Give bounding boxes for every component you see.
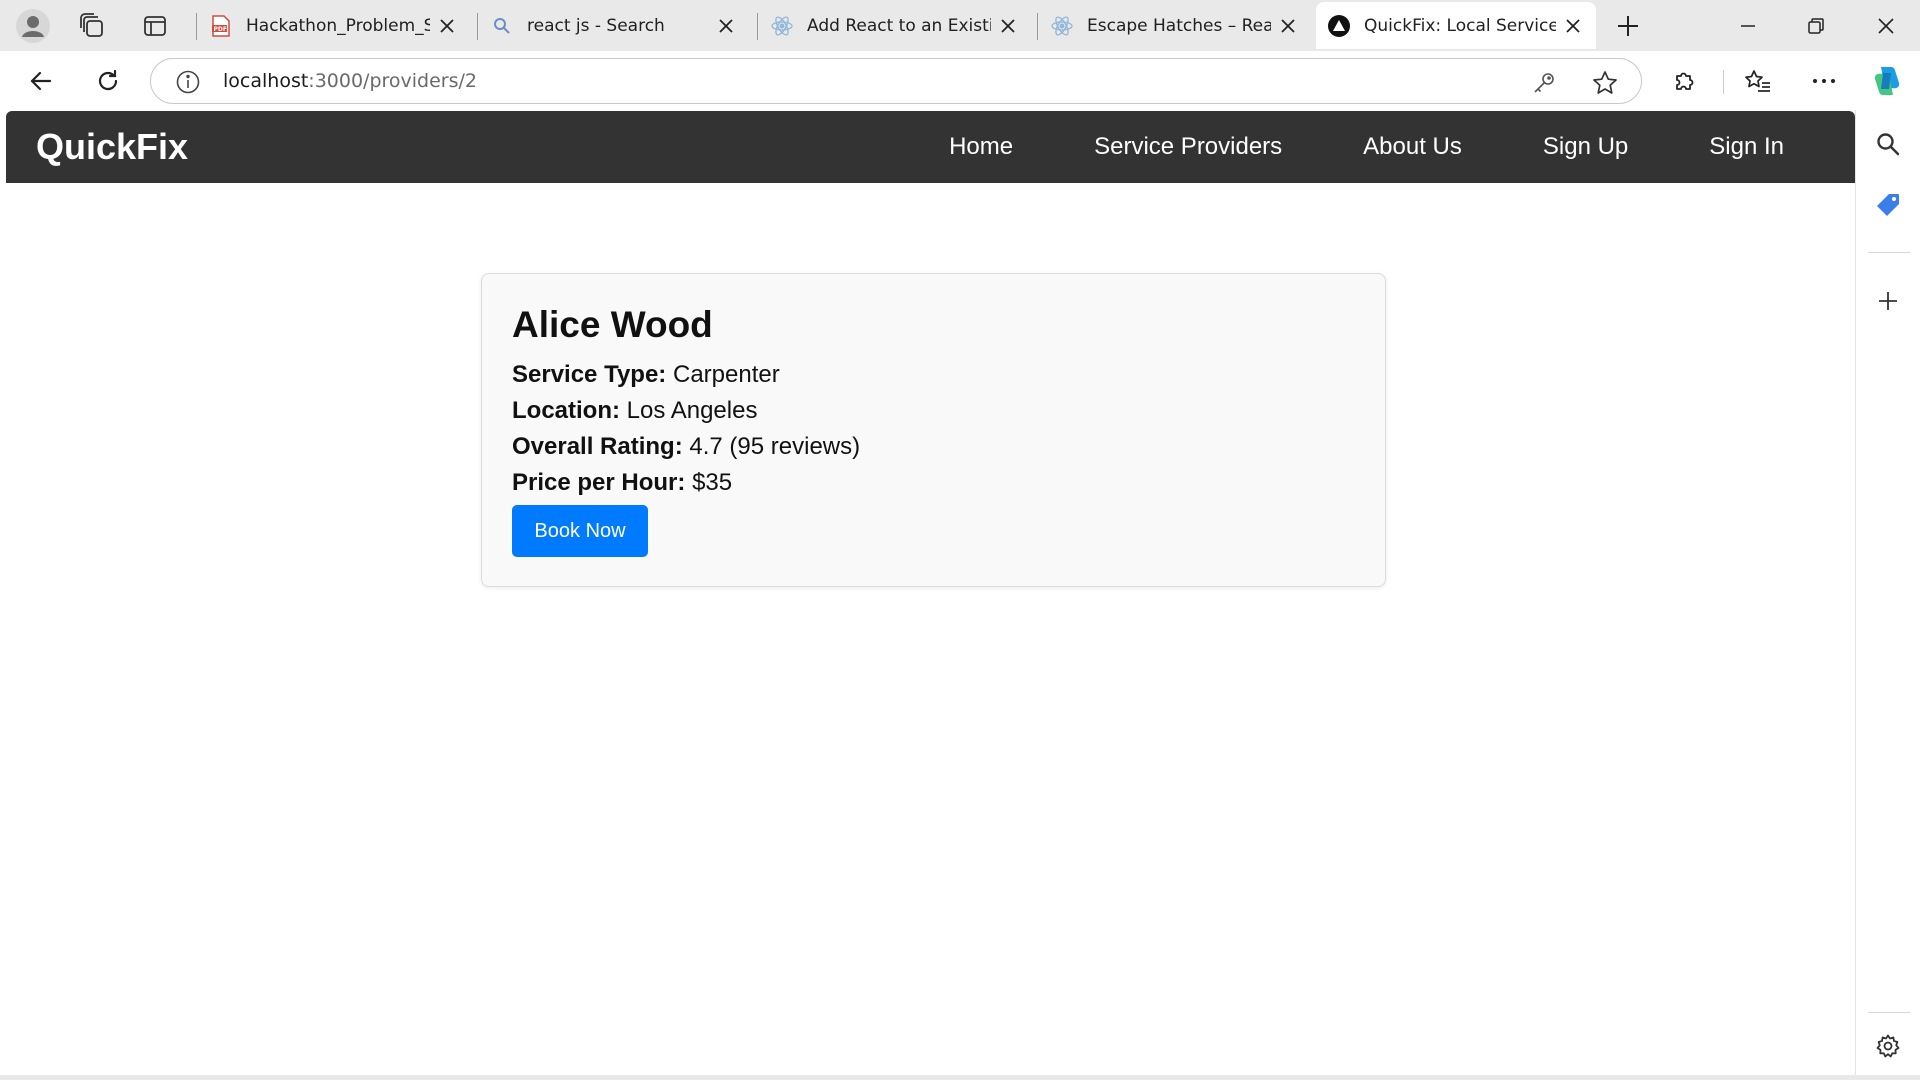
browser-tab-active[interactable]: QuickFix: Local Service P <box>1316 2 1596 49</box>
workspaces-icon[interactable] <box>72 6 112 46</box>
tab-title: react js - Search <box>527 15 665 36</box>
browser-sidebar <box>1855 110 1920 1080</box>
copilot-icon[interactable] <box>1866 60 1908 102</box>
url-host: localhost <box>223 70 309 92</box>
service-type-label: Service Type: <box>512 361 667 388</box>
react-icon <box>1051 15 1073 37</box>
site-navbar: QuickFix Home Service Providers About Us… <box>6 111 1855 183</box>
url-text[interactable]: localhost:3000/providers/2 <box>223 70 477 92</box>
close-tab-icon[interactable] <box>1562 15 1584 37</box>
service-type-row: Service Type: Carpenter <box>512 357 1355 393</box>
minimize-icon[interactable] <box>1714 0 1782 51</box>
search-icon <box>491 15 513 37</box>
app-logo-icon <box>1328 14 1350 37</box>
password-key-icon[interactable] <box>1531 70 1557 96</box>
page-viewport: QuickFix Home Service Providers About Us… <box>6 110 1855 1075</box>
price-label: Price per Hour: <box>512 469 686 496</box>
provider-name: Alice Wood <box>512 304 713 345</box>
nav-link-about-us[interactable]: About Us <box>1363 133 1462 161</box>
location-label: Location: <box>512 397 620 424</box>
add-sidebar-app-icon[interactable] <box>1866 279 1910 323</box>
tab-title: QuickFix: Local Service P <box>1364 15 1556 36</box>
restore-icon[interactable] <box>1782 0 1850 51</box>
more-menu-icon[interactable] <box>1803 60 1845 102</box>
rating-value: 4.7 (95 reviews) <box>689 433 861 460</box>
pdf-icon: PDF <box>210 14 232 37</box>
search-icon[interactable] <box>1866 122 1910 166</box>
price-value: $35 <box>692 469 733 496</box>
rating-label: Overall Rating: <box>512 433 683 460</box>
browser-tab[interactable]: Add React to an Existing <box>759 2 1031 49</box>
favorites-list-icon[interactable] <box>1737 60 1779 102</box>
tab-title: Escape Hatches – React <box>1087 15 1271 36</box>
site-info-icon[interactable] <box>175 69 201 95</box>
close-tab-icon[interactable] <box>715 15 737 37</box>
close-tab-icon[interactable] <box>1277 15 1299 37</box>
shopping-tag-icon[interactable] <box>1866 183 1910 227</box>
new-tab-icon[interactable] <box>1608 6 1648 46</box>
rating-row: Overall Rating: 4.7 (95 reviews) <box>512 429 1355 465</box>
react-icon <box>771 15 793 37</box>
back-icon[interactable] <box>20 60 62 102</box>
location-row: Location: Los Angeles <box>512 393 1355 429</box>
favorite-star-icon[interactable] <box>1591 69 1619 97</box>
book-now-button[interactable]: Book Now <box>512 505 648 557</box>
nav-links: Home Service Providers About Us Sign Up … <box>949 111 1784 183</box>
nav-link-service-providers[interactable]: Service Providers <box>1094 133 1282 161</box>
nav-link-sign-in[interactable]: Sign In <box>1709 133 1784 161</box>
close-tab-icon[interactable] <box>436 15 458 37</box>
browser-tab[interactable]: Escape Hatches – React <box>1039 2 1311 49</box>
price-row: Price per Hour: $35 <box>512 465 1355 501</box>
extensions-icon[interactable] <box>1664 60 1706 102</box>
browser-tab-strip: PDF Hackathon_Problem_Sta react js - Sea… <box>0 0 1920 51</box>
reload-icon[interactable] <box>87 60 129 102</box>
browser-tab[interactable]: react js - Search <box>479 2 749 49</box>
service-type-value: Carpenter <box>672 361 780 388</box>
url-path: :3000/providers/2 <box>308 70 478 92</box>
window-bottom-edge <box>0 1075 1920 1080</box>
location-value: Los Angeles <box>626 397 758 424</box>
provider-card: Alice Wood Service Type: Carpenter Locat… <box>481 273 1386 587</box>
tab-title: Hackathon_Problem_Sta <box>246 15 430 36</box>
tab-title: Add React to an Existing <box>807 15 991 36</box>
site-brand-logo[interactable]: QuickFix <box>36 126 188 168</box>
browser-tab[interactable]: PDF Hackathon_Problem_Sta <box>198 2 470 49</box>
close-tab-icon[interactable] <box>997 15 1019 37</box>
settings-gear-icon[interactable] <box>1866 1024 1910 1068</box>
close-window-icon[interactable] <box>1852 0 1920 51</box>
tab-actions-icon[interactable] <box>135 6 175 46</box>
browser-toolbar: localhost:3000/providers/2 <box>0 51 1920 110</box>
address-bar[interactable]: localhost:3000/providers/2 <box>150 58 1642 104</box>
profile-icon[interactable] <box>13 6 53 46</box>
svg-text:PDF: PDF <box>214 25 227 32</box>
nav-link-home[interactable]: Home <box>949 133 1013 161</box>
nav-link-sign-up[interactable]: Sign Up <box>1543 133 1628 161</box>
